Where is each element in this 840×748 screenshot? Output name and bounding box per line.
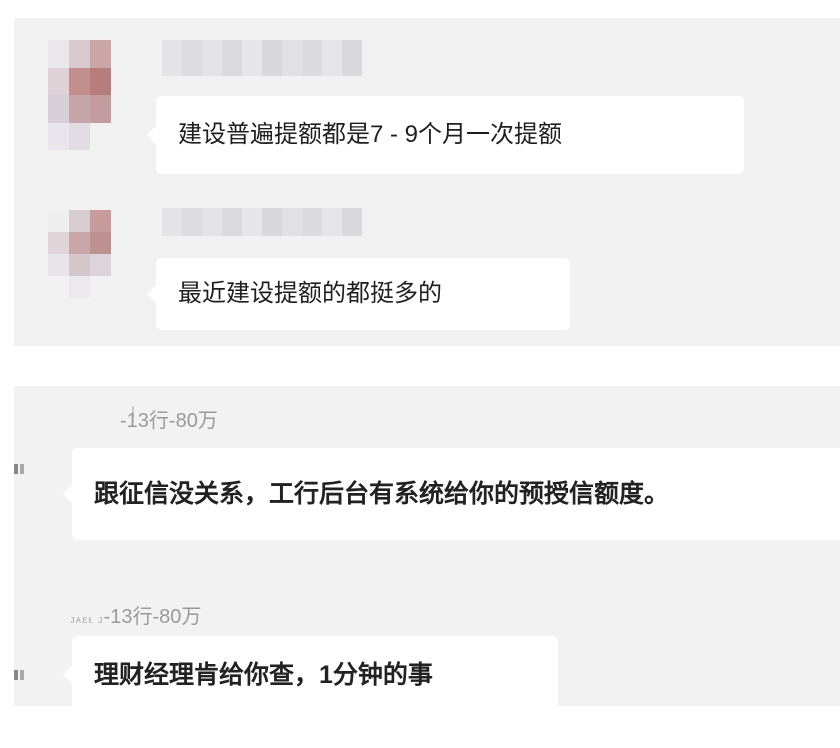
pixel-block xyxy=(262,40,282,76)
pixel-block xyxy=(202,208,222,236)
pixel-block xyxy=(48,95,69,123)
pixel-block xyxy=(302,208,322,236)
pixel-block xyxy=(48,276,69,298)
pixel-block xyxy=(111,95,132,123)
chat-panel-top: 建设普遍提额都是7 - 9个月一次提额 最近建设提额的都挺多的 xyxy=(14,18,840,346)
avatar-edge xyxy=(14,670,28,680)
message-text: 最近建设提额的都挺多的 xyxy=(178,280,442,307)
pixel-block xyxy=(322,208,342,236)
pixel-block xyxy=(242,40,262,76)
pixel-block xyxy=(90,95,111,123)
pixel-block xyxy=(202,40,222,76)
pixel-block xyxy=(48,210,69,232)
pixel-block xyxy=(342,40,362,76)
pixel-block xyxy=(90,67,111,95)
pixel-block xyxy=(48,232,69,254)
pixel-block xyxy=(111,40,132,68)
pixel-block xyxy=(222,208,242,236)
chat-panel-bottom: -13行-80万 跟征信没关系，工行后台有系统给你的预授信额度。 ᴊᴀᴇᴌ ᴊ-… xyxy=(14,386,840,706)
pixel-block xyxy=(48,67,69,95)
message-bubble[interactable]: 理财经理肯给你查，1分钟的事 xyxy=(63,636,558,706)
pixel-block xyxy=(90,254,111,276)
pixel-block xyxy=(302,40,322,76)
pixel-block xyxy=(48,122,69,150)
avatar[interactable] xyxy=(48,210,132,298)
pixel-block xyxy=(282,208,302,236)
pixel-block xyxy=(90,232,111,254)
pixel-block xyxy=(69,210,90,232)
pixel-block xyxy=(111,210,132,232)
message-text: 建设普遍提额都是7 - 9个月一次提额 xyxy=(178,121,563,148)
message-bubble[interactable]: 最近建设提额的都挺多的 xyxy=(147,258,570,330)
pixel-block xyxy=(90,122,111,150)
pixel-block xyxy=(90,210,111,232)
avatar[interactable] xyxy=(48,40,132,150)
pixel-block xyxy=(90,276,111,298)
message-bubble[interactable]: 跟征信没关系，工行后台有系统给你的预授信额度。 xyxy=(63,448,840,540)
sender-name-prefix: ᴊᴀᴇᴌ ᴊ xyxy=(70,614,104,626)
pixel-block xyxy=(111,254,132,276)
sender-name-blurred xyxy=(162,208,362,236)
pixel-block xyxy=(222,40,242,76)
avatar-edge xyxy=(14,464,28,474)
pixel-block xyxy=(111,67,132,95)
pixel-block xyxy=(111,232,132,254)
pixel-block xyxy=(242,208,262,236)
pixel-block xyxy=(162,208,182,236)
pixel-block xyxy=(69,95,90,123)
pixel-block xyxy=(69,254,90,276)
pixel-block xyxy=(322,40,342,76)
pixel-block xyxy=(69,122,90,150)
pixel-block xyxy=(111,122,132,150)
message-bubble[interactable]: 建设普遍提额都是7 - 9个月一次提额 xyxy=(147,96,744,174)
message-text: 理财经理肯给你查，1分钟的事 xyxy=(94,660,433,689)
pixel-block xyxy=(90,40,111,68)
pixel-block xyxy=(162,40,182,76)
sender-name: ᴊᴀᴇᴌ ᴊ-13行-80万 xyxy=(70,606,202,628)
pixel-block xyxy=(182,40,202,76)
pixel-block xyxy=(69,276,90,298)
pixel-block xyxy=(69,67,90,95)
pixel-block xyxy=(262,208,282,236)
pixel-block xyxy=(48,40,69,68)
sender-name: -13行-80万 xyxy=(120,410,218,432)
pixel-block xyxy=(282,40,302,76)
pixel-block xyxy=(111,276,132,298)
pixel-block xyxy=(182,208,202,236)
sender-name-blurred xyxy=(162,40,362,76)
pixel-block xyxy=(48,254,69,276)
pixel-block xyxy=(69,40,90,68)
pixel-block xyxy=(342,208,362,236)
message-text: 跟征信没关系，工行后台有系统给你的预授信额度。 xyxy=(94,479,670,508)
pixel-block xyxy=(69,232,90,254)
